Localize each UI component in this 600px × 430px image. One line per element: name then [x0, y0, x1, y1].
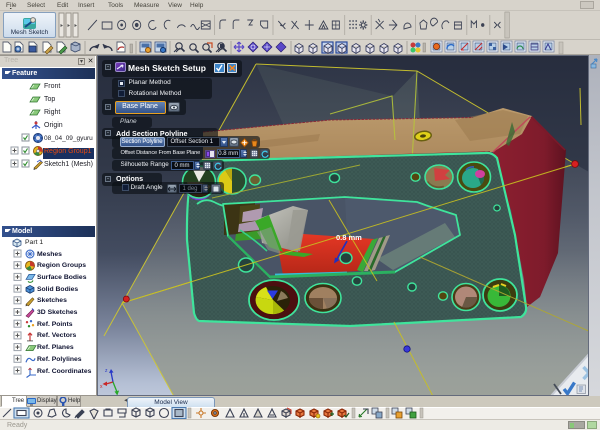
- svg-text:0.8 mm: 0.8 mm: [336, 233, 362, 242]
